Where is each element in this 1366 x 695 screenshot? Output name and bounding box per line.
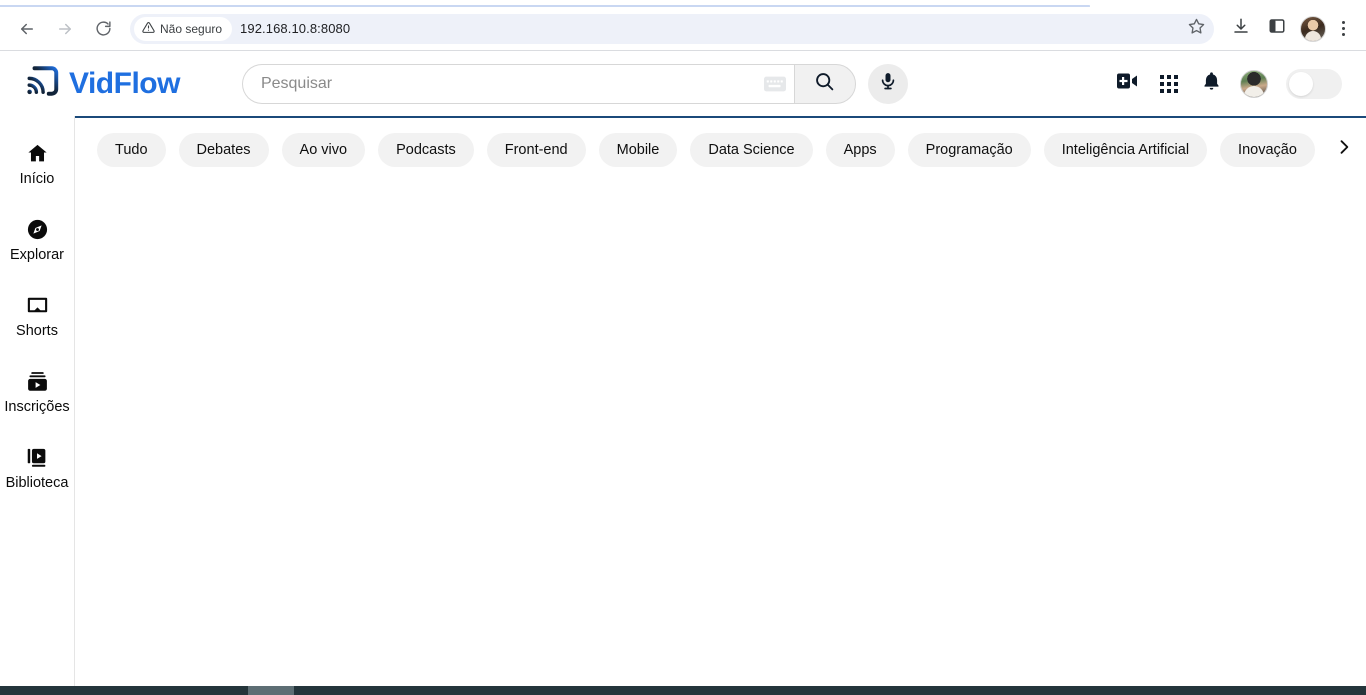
chip-label: Data Science	[708, 141, 795, 158]
library-icon	[26, 445, 49, 469]
voice-search-button[interactable]	[867, 63, 908, 104]
sidebar-label-explorar: Explorar	[10, 247, 64, 264]
bookmark-button[interactable]	[1184, 17, 1208, 41]
chip-front-end[interactable]: Front-end	[486, 132, 586, 167]
apps-button[interactable]	[1156, 71, 1182, 97]
active-tab[interactable]	[0, 0, 1090, 7]
theme-toggle[interactable]	[1286, 68, 1342, 99]
chip-label: Inteligência Artificial	[1061, 141, 1190, 158]
browser-toolbar: Não seguro 192.168.10.8:8080	[0, 7, 1366, 50]
sidebar: Início Explorar Shorts Inscrições Biblio…	[0, 116, 75, 695]
app-logo[interactable]: VidFlow	[24, 63, 180, 104]
keyboard-icon[interactable]	[763, 76, 786, 92]
url-text[interactable]: 192.168.10.8:8080	[240, 21, 350, 36]
download-icon	[1232, 17, 1250, 40]
chip-label: Programação	[925, 141, 1013, 158]
search-input[interactable]	[258, 73, 758, 94]
menu-dot	[1341, 27, 1345, 30]
chip-mobile[interactable]: Mobile	[598, 132, 678, 167]
create-video-button[interactable]	[1114, 71, 1140, 97]
sidebar-item-explorar[interactable]: Explorar	[0, 202, 75, 278]
downloads-button[interactable]	[1226, 14, 1256, 44]
menu-dot	[1341, 33, 1345, 36]
sidebar-label-shorts: Shorts	[16, 323, 58, 340]
chip-label: Inovação	[1238, 141, 1297, 158]
app-logo-text: VidFlow	[69, 66, 180, 100]
chip-programacao[interactable]: Programação	[907, 132, 1031, 167]
sidebar-label-inicio: Início	[19, 171, 55, 188]
os-taskbar	[0, 686, 1366, 695]
search-icon	[814, 71, 835, 97]
user-avatar[interactable]	[1240, 69, 1268, 98]
back-button[interactable]	[11, 13, 43, 45]
search-box[interactable]	[241, 63, 794, 104]
browser-chrome: Não seguro 192.168.10.8:8080	[0, 0, 1366, 51]
chip-inovacao[interactable]: Inovação	[1220, 132, 1315, 167]
search-area	[241, 63, 908, 104]
theme-toggle-knob	[1289, 71, 1313, 96]
chip-inteligencia-artificial[interactable]: Inteligência Artificial	[1043, 132, 1208, 167]
sidebar-item-shorts[interactable]: Shorts	[0, 278, 75, 354]
chip-ao-vivo[interactable]: Ao vivo	[281, 132, 366, 167]
sidebar-label-biblioteca: Biblioteca	[5, 475, 69, 492]
sidebar-label-inscricoes: Inscrições	[4, 399, 70, 416]
chip-label: Tudo	[115, 141, 148, 158]
security-status-label: Não seguro	[160, 21, 223, 36]
home-icon	[26, 141, 49, 165]
side-panel-button[interactable]	[1262, 14, 1292, 44]
chevron-right-icon	[1334, 137, 1354, 162]
address-bar[interactable]: Não seguro 192.168.10.8:8080	[130, 13, 1214, 44]
microphone-icon	[878, 71, 898, 96]
forward-arrow-icon	[56, 20, 74, 38]
sidebar-item-inscricoes[interactable]: Inscrições	[0, 354, 75, 430]
three-dot-menu-icon[interactable]	[1330, 14, 1356, 44]
create-video-icon	[1115, 71, 1139, 96]
cast-stream-icon	[24, 63, 60, 104]
chip-data-science[interactable]: Data Science	[690, 132, 813, 167]
chip-label: Ao vivo	[299, 141, 348, 158]
video-grid-area	[75, 181, 1366, 695]
reload-icon	[95, 20, 112, 37]
chip-debates[interactable]: Debates	[178, 132, 269, 167]
tab-strip-background	[1090, 0, 1366, 7]
chip-podcasts[interactable]: Podcasts	[378, 132, 474, 167]
tab-strip	[0, 0, 1366, 7]
content-column: Tudo Debates Ao vivo Podcasts Front-end …	[75, 116, 1366, 695]
sidebar-item-biblioteca[interactable]: Biblioteca	[0, 430, 75, 506]
profile-avatar-icon[interactable]	[1300, 15, 1326, 42]
body-split: Início Explorar Shorts Inscrições Biblio…	[0, 116, 1366, 695]
sidebar-item-inicio[interactable]: Início	[0, 126, 75, 202]
chip-label: Apps	[843, 141, 877, 158]
chip-label: Debates	[196, 141, 251, 158]
notifications-button[interactable]	[1198, 71, 1224, 97]
chip-apps[interactable]: Apps	[825, 132, 895, 167]
chip-scroll-right-button[interactable]	[1318, 118, 1366, 181]
reload-button[interactable]	[87, 13, 119, 45]
subscriptions-icon	[26, 369, 49, 393]
apps-grid-icon	[1160, 74, 1178, 93]
chip-label: Mobile	[616, 141, 660, 158]
os-taskbar-active-segment[interactable]	[248, 686, 294, 695]
bookmark-star-icon	[1188, 18, 1205, 40]
back-arrow-icon	[18, 20, 36, 38]
bell-icon	[1201, 70, 1222, 97]
chip-tudo[interactable]: Tudo	[97, 132, 166, 167]
menu-dot	[1341, 21, 1345, 24]
page-viewport: VidFlow Pesquisar Início Explorar Shorts…	[0, 51, 1366, 695]
app-header: VidFlow	[0, 51, 1366, 116]
compass-icon	[26, 217, 49, 241]
warning-triangle-icon	[142, 21, 155, 37]
security-status-chip[interactable]: Não seguro	[134, 16, 233, 41]
chip-label: Podcasts	[396, 141, 456, 158]
header-actions	[1114, 51, 1342, 116]
chip-label: Front-end	[504, 141, 568, 158]
side-panel-icon	[1268, 17, 1286, 40]
search-submit-button[interactable]	[793, 63, 856, 104]
shorts-screen-icon	[25, 293, 50, 317]
category-chip-bar: Tudo Debates Ao vivo Podcasts Front-end …	[75, 118, 1366, 181]
forward-button[interactable]	[49, 13, 81, 45]
